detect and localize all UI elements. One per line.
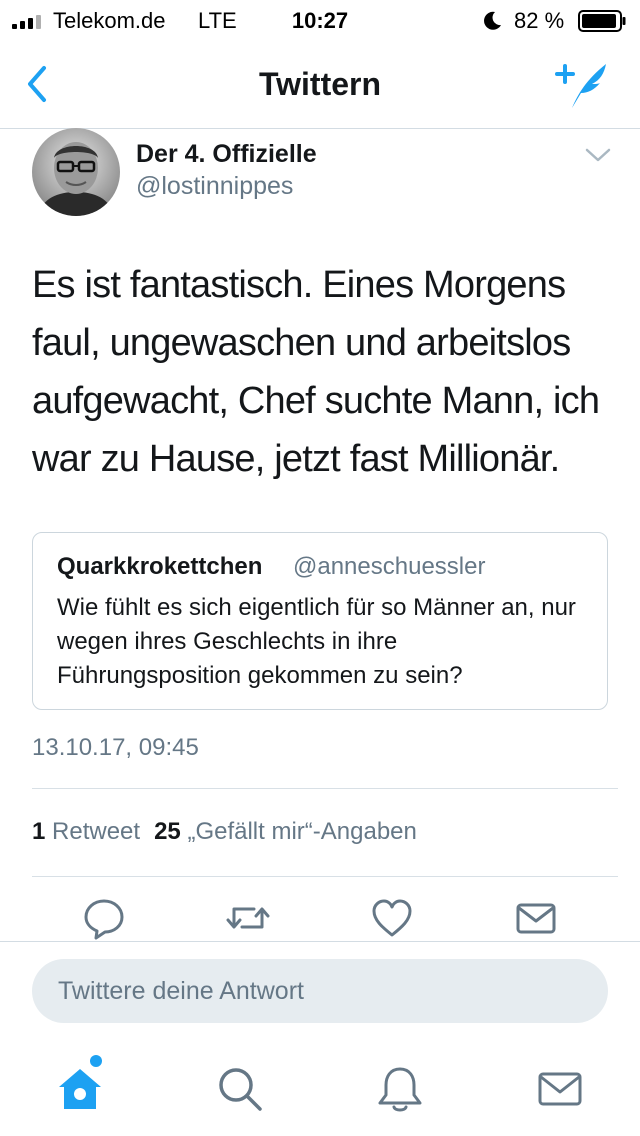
retweet-count: 1 xyxy=(32,818,46,845)
compose-tweet-button[interactable] xyxy=(552,60,612,112)
retweet-label: Retweet xyxy=(52,818,141,845)
messages-icon[interactable] xyxy=(534,1063,586,1115)
reply-input[interactable] xyxy=(32,959,608,1023)
quoted-author-handle: @anneschuessler xyxy=(293,553,486,580)
quoted-tweet[interactable]: Quarkkrokettchen @anneschuessler Wie füh… xyxy=(32,532,608,710)
divider xyxy=(32,876,618,877)
retweet-stat[interactable]: 1 Retweet xyxy=(32,818,140,845)
navigation-bar: Twittern xyxy=(0,40,640,129)
author-name[interactable]: Der 4. Offizielle xyxy=(136,140,317,169)
home-icon[interactable] xyxy=(54,1063,106,1115)
divider xyxy=(32,788,618,789)
avatar[interactable] xyxy=(32,128,120,216)
tweet-stats: 1 Retweet 25 „Gefällt mir“-Angaben xyxy=(32,818,417,846)
tweet-text: Es ist fantastisch. Eines Morgens faul, … xyxy=(32,264,600,480)
tab-bar xyxy=(0,1041,640,1136)
like-stat[interactable]: 25 „Gefällt mir“-Angaben xyxy=(154,818,417,845)
battery-icon xyxy=(578,10,626,32)
status-bar: Telekom.de LTE 10:27 82 % xyxy=(0,0,640,40)
notifications-icon[interactable] xyxy=(374,1063,426,1115)
like-count: 25 xyxy=(154,818,181,845)
quoted-tweet-text: Wie fühlt es sich eigentlich für so Männ… xyxy=(57,594,576,689)
author-handle[interactable]: @lostinnippes xyxy=(136,172,293,201)
quoted-author-name: Quarkkrokettchen xyxy=(57,553,263,580)
reply-bar xyxy=(0,941,640,1041)
direct-message-icon[interactable] xyxy=(514,896,558,940)
like-icon[interactable] xyxy=(370,896,414,940)
reply-icon[interactable] xyxy=(82,896,126,940)
retweet-icon[interactable] xyxy=(226,896,270,940)
page-title: Twittern xyxy=(258,66,382,102)
search-icon[interactable] xyxy=(214,1063,266,1115)
moon-icon xyxy=(484,11,501,30)
chevron-down-icon[interactable] xyxy=(584,145,612,165)
tweet-timestamp: 13.10.17, 09:45 xyxy=(32,734,199,761)
battery-percent: 82 % xyxy=(514,8,565,33)
like-label: „Gefällt mir“-Angaben xyxy=(187,818,417,845)
tweet-actions xyxy=(0,896,640,942)
